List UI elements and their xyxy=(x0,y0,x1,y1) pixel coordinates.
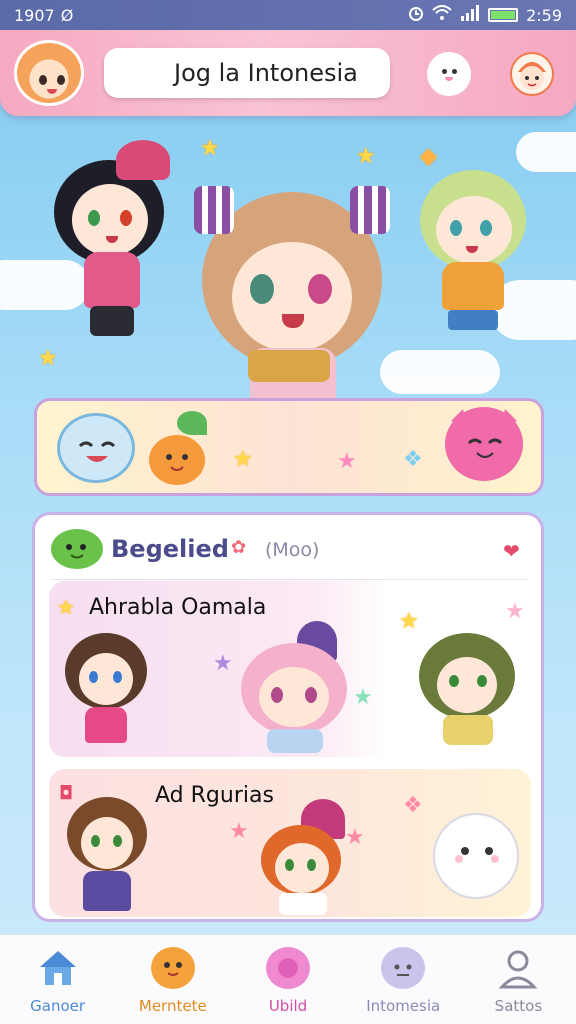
divider xyxy=(51,579,529,580)
pink-blob-icon xyxy=(266,947,310,989)
character-brown-hair-girl xyxy=(65,633,147,747)
orange-mascot-icon xyxy=(150,947,195,989)
search-input[interactable]: Jog la Intonesia xyxy=(104,48,390,98)
character-main-girl xyxy=(192,182,392,432)
content-card: Begelied ✿ (Moo) ❤ ★ Ahrabla Oamala ★ ★ … xyxy=(32,512,544,922)
list-item[interactable]: ★ Ahrabla Oamala ★ ★ ★ ★ xyxy=(49,581,531,757)
cloud-decoration xyxy=(380,350,500,394)
person-icon xyxy=(496,947,540,989)
girl-avatar-icon[interactable] xyxy=(14,40,84,106)
row-label: Ad Rgurias xyxy=(155,783,274,808)
star-icon: ★ xyxy=(57,595,75,619)
character-black-hair-girl xyxy=(44,140,174,350)
card-subtitle: (Moo) xyxy=(265,539,320,561)
bow-icon: ❖ xyxy=(403,793,423,818)
character-pink-hair-girl xyxy=(235,621,351,753)
ribbon-icon[interactable]: ❤ xyxy=(503,539,520,563)
nav-label: Sattos xyxy=(494,997,543,1015)
star-icon: ★ xyxy=(356,144,376,169)
status-bar: 1907 Ø 2:59 xyxy=(0,0,576,30)
home-icon xyxy=(36,947,80,989)
sync-icon: Ø xyxy=(60,5,74,25)
blue-slime-icon[interactable] xyxy=(57,413,135,483)
battery-icon xyxy=(488,8,519,22)
hero-illustration: ★ ★ ★ ★ ◆ xyxy=(0,120,576,430)
star-icon: ★ xyxy=(200,136,220,161)
purple-cat-icon xyxy=(381,947,426,989)
nav-label: Merntete xyxy=(138,997,207,1015)
pink-cat-blob-icon[interactable] xyxy=(445,407,523,481)
app-header: Jog la Intonesia xyxy=(0,30,576,116)
nav-item-merntete[interactable]: Merntete xyxy=(115,935,230,1024)
nav-label: Ubild xyxy=(268,997,308,1015)
character-olive-hair-kid xyxy=(419,633,515,747)
nav-label: Intomesia xyxy=(366,997,441,1015)
row-label: Ahrabla Oamala xyxy=(89,595,267,620)
flower-icon: ✿ xyxy=(231,537,247,558)
status-time-left: 1907 xyxy=(14,5,55,25)
mascot-shelf: ★ ★ ❖ xyxy=(34,398,544,496)
character-brown-hair-kid xyxy=(67,797,147,915)
character-green-hair-girl xyxy=(414,160,534,340)
character-red-hair-girl xyxy=(261,799,357,915)
star-icon: ★ xyxy=(353,685,373,710)
list-item[interactable]: ◘ Ad Rgurias ★ ★ ❖ xyxy=(49,769,531,917)
star-icon: ★ xyxy=(337,449,357,474)
nav-item-ubild[interactable]: Ubild xyxy=(230,935,345,1024)
bottom-nav: Ganoer Merntete Ubild Intomesia Sattos xyxy=(0,934,576,1024)
carrot-mascot-icon[interactable] xyxy=(149,435,205,485)
star-icon: ★ xyxy=(399,609,419,634)
nav-item-ganoer[interactable]: Ganoer xyxy=(0,935,115,1024)
bow-icon: ❖ xyxy=(403,447,423,472)
card-title: Begelied xyxy=(111,535,229,563)
star-icon: ★ xyxy=(213,651,233,676)
alarm-icon xyxy=(408,5,424,25)
green-dino-icon xyxy=(51,529,103,569)
mascot-icon[interactable] xyxy=(510,52,554,96)
ghost-icon[interactable] xyxy=(427,52,471,96)
nav-item-intomesia[interactable]: Intomesia xyxy=(346,935,461,1024)
star-icon: ★ xyxy=(229,819,249,844)
nav-label: Ganoer xyxy=(30,997,86,1015)
white-ghost-blob-icon[interactable] xyxy=(433,813,519,899)
wifi-icon xyxy=(432,5,452,25)
star-icon: ★ xyxy=(505,599,525,624)
status-time-right: 2:59 xyxy=(526,5,562,25)
signal-icon xyxy=(460,5,480,25)
star-icon: ★ xyxy=(233,447,253,472)
nav-item-sattos[interactable]: Sattos xyxy=(461,935,576,1024)
